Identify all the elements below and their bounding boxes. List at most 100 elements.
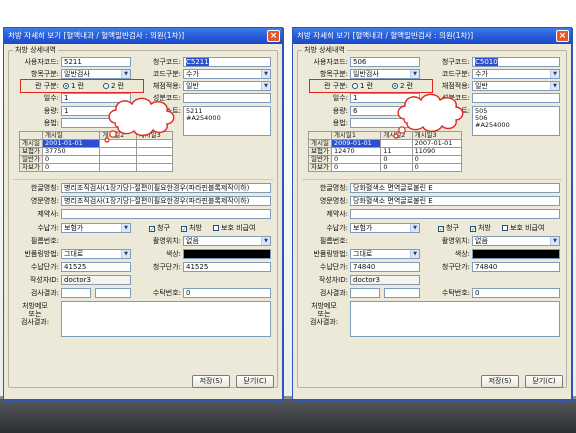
- checkbox-checked-icon: ✓: [149, 226, 156, 233]
- checkbox-icon: [213, 225, 219, 231]
- unit-price-field[interactable]: 41525: [61, 262, 131, 272]
- grid-cell[interactable]: 11090: [411, 147, 463, 156]
- keep-nonpay-checkbox[interactable]: 보호 비급여: [213, 224, 255, 233]
- days-label: 일수:: [43, 94, 59, 102]
- color-label: 색상:: [165, 250, 181, 258]
- rx-list-box[interactable]: 505 506 #A254000: [472, 106, 560, 136]
- user-code-field[interactable]: 5211: [61, 57, 131, 67]
- title-bar: 처방 자세히 보기 [혈액내과 / 혈액일반검사 : 의원(1차)] ×: [4, 28, 282, 44]
- method-select[interactable]: 일반 ▼: [472, 81, 560, 91]
- grid-cell[interactable]: 0: [380, 163, 413, 172]
- maker-label: 제약사:: [37, 210, 59, 218]
- grid-cell[interactable]: 0: [41, 155, 101, 164]
- claim-checkbox[interactable]: ✓ 청구: [149, 224, 170, 233]
- close-icon[interactable]: ×: [267, 30, 280, 42]
- keep-nonpay-checkbox-label: 보호 비급여: [510, 224, 545, 232]
- kor-name-field[interactable]: 당화혈색소 면역글로불린 E: [350, 183, 560, 193]
- result-label: 검사결과:: [30, 289, 59, 297]
- color-swatch[interactable]: [183, 249, 271, 259]
- grid-cell[interactable]: 0: [330, 163, 382, 172]
- color-swatch[interactable]: [472, 249, 560, 259]
- claim-code-field[interactable]: C5211: [183, 57, 271, 67]
- payment-value: 보험가: [64, 224, 84, 232]
- grid-cell[interactable]: [99, 147, 137, 156]
- grid-row[interactable]: 자보가 0: [19, 163, 174, 172]
- close-button[interactable]: 닫기(C): [236, 375, 274, 388]
- ingredient-field[interactable]: [183, 93, 271, 103]
- return-select[interactable]: 그대로 ▼: [350, 249, 420, 259]
- grid-cell[interactable]: 12470: [330, 147, 382, 156]
- author-field[interactable]: doctor3: [350, 275, 420, 285]
- result-field-b[interactable]: [95, 288, 131, 298]
- unit-price-field[interactable]: 74840: [350, 262, 420, 272]
- memo-textarea[interactable]: [350, 301, 560, 337]
- eng-name-field[interactable]: 당화혈색소 면역글로불린 E: [350, 196, 560, 206]
- result-field-a[interactable]: [61, 288, 91, 298]
- rx-list-box[interactable]: 5211 #A254000: [183, 106, 271, 136]
- receipt-no-field[interactable]: 0: [472, 288, 560, 298]
- payment-select[interactable]: 보험가 ▼: [350, 223, 420, 233]
- payment-value: 보험가: [353, 224, 373, 232]
- result-field-b[interactable]: [384, 288, 420, 298]
- return-label: 반품링방법:: [313, 250, 348, 258]
- grid-cell[interactable]: [135, 163, 174, 172]
- grid-cell[interactable]: 0: [330, 155, 382, 164]
- user-code-field[interactable]: 506: [350, 57, 420, 67]
- payment-label: 수납가:: [37, 224, 59, 232]
- receipt-no-field[interactable]: 0: [183, 288, 271, 298]
- method-value: 일반: [186, 82, 199, 90]
- grid-row[interactable]: 자보가 0 0 0: [308, 163, 463, 172]
- return-select[interactable]: 그대로 ▼: [61, 249, 131, 259]
- grid-row[interactable]: 일반가 0: [19, 155, 174, 164]
- maker-field[interactable]: [61, 209, 271, 219]
- shoot-pos-select[interactable]: 없음 ▼: [472, 236, 560, 246]
- claim-checkbox-label: 청구: [157, 224, 170, 232]
- ingredient-field[interactable]: [472, 93, 560, 103]
- dose-label: 용량:: [43, 107, 59, 115]
- category-select[interactable]: 일반검사 ▼: [61, 69, 131, 79]
- category-select[interactable]: 일반검사 ▼: [350, 69, 420, 79]
- claim-price-field[interactable]: 41525: [183, 262, 271, 272]
- days-label: 일수:: [332, 94, 348, 102]
- usage-label: 용법:: [332, 119, 348, 127]
- eng-name-label: 영문명칭:: [319, 197, 348, 205]
- keep-nonpay-checkbox[interactable]: 보호 비급여: [502, 224, 544, 233]
- maker-field[interactable]: [350, 209, 560, 219]
- rx-checkbox[interactable]: ✓ 처방: [470, 224, 491, 233]
- grid-cell[interactable]: 0: [41, 163, 101, 172]
- claim-code-field[interactable]: C5010: [472, 57, 560, 67]
- film-label: 필름번호:: [319, 237, 348, 245]
- rx-checkbox[interactable]: ✓ 처방: [181, 224, 202, 233]
- grid-cell[interactable]: [135, 155, 174, 164]
- result-field-a[interactable]: [350, 288, 380, 298]
- code-type-select[interactable]: 수가 ▼: [472, 69, 560, 79]
- window-title: 처방 자세히 보기 [혈액내과 / 혈액일반검사 : 의원(1차)]: [8, 31, 185, 40]
- save-button[interactable]: 저장(S): [481, 375, 519, 388]
- close-button[interactable]: 닫기(C): [525, 375, 563, 388]
- claim-price-field[interactable]: 74840: [472, 262, 560, 272]
- eng-name-field[interactable]: 병리조직검사(1장기당)-절편이필요한경우(파라핀블록제작이하): [61, 196, 271, 206]
- shoot-pos-select[interactable]: 없음 ▼: [183, 236, 271, 246]
- grid-cell[interactable]: 37750: [41, 147, 101, 156]
- kor-name-field[interactable]: 병리조직검사(1장기당)-절편이필요한경우(파라핀블록제작이하): [61, 183, 271, 193]
- grid-cell[interactable]: 0: [411, 163, 463, 172]
- author-field[interactable]: doctor3: [61, 275, 131, 285]
- chevron-down-icon: ▼: [121, 224, 130, 232]
- claim-checkbox[interactable]: ✓ 청구: [438, 224, 459, 233]
- chevron-down-icon: ▼: [261, 82, 270, 90]
- save-button[interactable]: 저장(S): [192, 375, 230, 388]
- grid-cell[interactable]: [135, 147, 174, 156]
- grid-cell[interactable]: 0: [411, 155, 463, 164]
- grid-row-header: 자보가: [308, 163, 332, 172]
- code-type-select[interactable]: 수가 ▼: [183, 69, 271, 79]
- grid-row[interactable]: 보험가 37750: [19, 147, 174, 156]
- grid-cell[interactable]: [99, 163, 137, 172]
- method-select[interactable]: 일반 ▼: [183, 81, 271, 91]
- grid-cell[interactable]: [99, 155, 137, 164]
- shoot-pos-label: 촬영위치:: [441, 237, 470, 245]
- memo-textarea[interactable]: [61, 301, 271, 337]
- close-icon[interactable]: ×: [556, 30, 569, 42]
- category-label: 항목구분:: [319, 70, 348, 78]
- rx-list-item: #A254000: [186, 114, 221, 122]
- payment-select[interactable]: 보험가 ▼: [61, 223, 131, 233]
